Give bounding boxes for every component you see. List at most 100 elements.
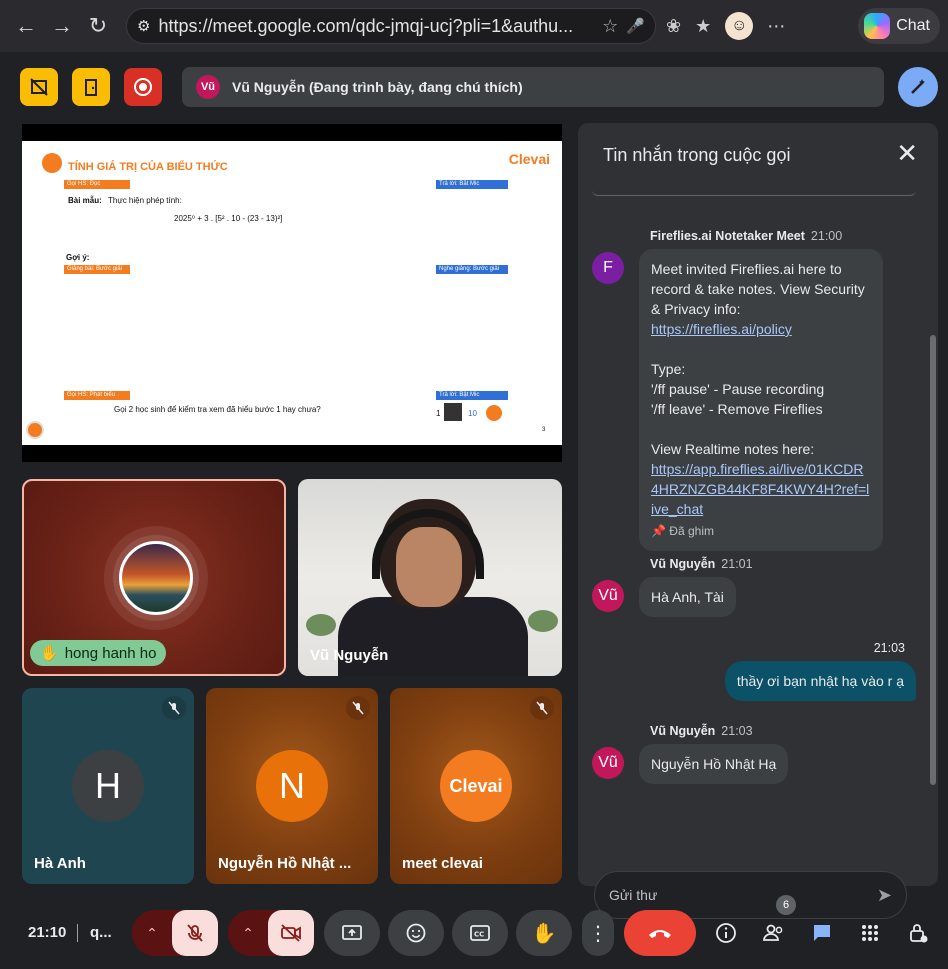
mic-off-icon [162,696,186,720]
camera-toggle-button[interactable] [268,910,314,956]
record-icon [134,78,152,96]
participant-tile[interactable]: Vũ Nguyễn [298,479,562,676]
activities-icon[interactable] [855,918,885,948]
participant-tile[interactable]: Clevai meet clevai [390,688,562,884]
message-sender: Vũ Nguyễn [650,557,716,571]
hang-up-icon [649,930,671,938]
message-meta: Vũ Nguyễn 21:01 [650,557,753,571]
captions-button[interactable]: CC [452,910,508,956]
slides-off-icon [30,78,48,96]
message-text: thầy ơi bạn nhật hạ vào r ạ [736,673,904,689]
participant-tile[interactable]: N Nguyễn Hồ Nhật ... [206,688,378,884]
policy-link[interactable]: https://fireflies.ai/policy [651,321,792,337]
mic-icon[interactable]: 🎤 [626,17,645,35]
live-notes-link[interactable]: https://app.fireflies.ai/live/01KCDR4HRZ… [651,461,869,517]
copilot-icon [864,13,891,39]
example-text: Thực hiện phép tính: [108,196,182,205]
participant-name: Nguyễn Hồ Nhật ... [218,855,352,872]
hand-raised-badge: ✋ hong hanh ho [30,640,167,666]
presenter-avatar: Vũ [196,75,220,99]
more-options-button[interactable]: ⋮ [582,910,614,956]
participant-count-badge: 6 [776,895,796,915]
site-info-icon[interactable]: ⚙ [137,17,150,35]
camera-control: ⌃ [228,910,314,956]
message-time: 21:03 [873,641,905,655]
reactions-button[interactable] [388,910,444,956]
favorites-icon[interactable]: ★ [695,16,711,37]
expression: 2025⁰ + 3 . [5² . 10 - (23 - 13)²] [174,214,283,223]
reload-icon[interactable]: ↻ [80,8,116,44]
address-bar[interactable]: ⚙ https://meet.google.com/qdc-jmqj-ucj?p… [126,8,656,44]
participant-tile[interactable]: H Hà Anh [22,688,194,884]
present-screen-icon [342,925,362,940]
mic-toggle-button[interactable] [172,910,218,956]
slide-tag: Gọi HS: Đọc [64,180,130,189]
profile-avatar[interactable]: ☺ [725,12,754,40]
slide-tag: Trả lời: Bật Mic [436,391,508,400]
acorn-icon [486,405,502,421]
avatar: Vũ [592,747,624,779]
audio-options-icon[interactable]: ⌃ [132,925,172,942]
hint-label: Gợi ý: [66,253,90,262]
pin-icon: 📌 [651,524,666,538]
annotate-button[interactable] [898,67,938,107]
star-icon[interactable]: ☆ [602,16,618,37]
hide-presenter-button[interactable] [20,68,58,106]
more-icon[interactable]: ⋯ [767,16,785,37]
extensions-icon[interactable]: ❀ [666,16,681,37]
mic-off-icon [187,924,203,942]
url-text: https://meet.google.com/qdc-jmqj-ucj?pli… [158,15,574,36]
participant-name: Vũ Nguyễn [310,647,389,664]
mic-control: ⌃ [132,910,218,956]
reward-right: 10 [468,409,477,418]
presentation-stage[interactable]: TÍNH GIÁ TRỊ CỦA BIỂU THỨC Clevai Gọi HS… [22,124,562,462]
message-text: Hà Anh, Tài [651,589,724,605]
avatar [119,541,193,615]
browser-toolbar: ← → ↻ ⚙ https://meet.google.com/qdc-jmqj… [0,0,948,52]
meeting-clock: 21:10 [28,924,67,941]
divider [592,188,916,196]
host-controls-icon[interactable] [903,918,933,948]
present-button[interactable] [324,910,380,956]
copilot-chat-button[interactable]: Chat [858,8,940,44]
slide-tag: Gọi HS: Phát biểu [64,391,130,400]
presenting-text: Vũ Nguyễn (Đang trình bày, đang chú thíc… [232,79,523,95]
close-icon[interactable]: ✕ [896,140,918,166]
forward-icon[interactable]: → [44,8,80,44]
reward-left: 1 [436,409,441,418]
message-time: 21:00 [810,229,843,243]
clevai-logo: Clevai [508,151,550,167]
leave-room-button[interactable] [72,68,110,106]
chat-label: Chat [896,17,930,34]
plant-decoration [528,610,558,632]
message-sender: Fireflies.ai Notetaker Meet [650,229,805,243]
message-text: '/ff leave' - Remove Fireflies [651,401,823,417]
chat-icon[interactable] [807,918,837,948]
presenting-banner: Vũ Vũ Nguyễn (Đang trình bày, đang chú t… [182,67,884,107]
mic-off-icon [346,696,370,720]
meeting-code[interactable]: q... [90,924,112,941]
back-icon[interactable]: ← [8,8,44,44]
more-vert-icon: ⋮ [588,922,608,945]
message-meta: Fireflies.ai Notetaker Meet 21:00 [650,229,842,243]
meeting-info-icon[interactable] [711,918,741,948]
camera-off-icon [281,924,301,942]
participant-name: hong hanh ho [64,644,157,662]
avatar: Clevai [440,750,512,822]
divider [77,924,78,942]
trophy-icon [444,403,462,421]
leave-call-button[interactable] [624,910,696,956]
page-number: 3 [542,427,546,433]
raise-hand-button[interactable]: ✋ [516,910,572,956]
chat-bubble-self: thầy ơi bạn nhật hạ vào r ạ [724,661,916,701]
recording-button[interactable] [124,68,162,106]
chat-scrollbar[interactable] [930,335,936,785]
video-options-icon[interactable]: ⌃ [228,925,268,942]
svg-text:CC: CC [474,931,484,939]
message-text: '/ff pause' - Pause recording [651,381,825,397]
chat-bubble: Nguyễn Hồ Nhật Hạ [639,744,789,784]
message-time: 21:01 [721,557,753,571]
participant-tile[interactable]: ✋ hong hanh ho [22,479,286,676]
people-icon[interactable] [759,918,789,948]
message-text: Type: [651,361,686,377]
